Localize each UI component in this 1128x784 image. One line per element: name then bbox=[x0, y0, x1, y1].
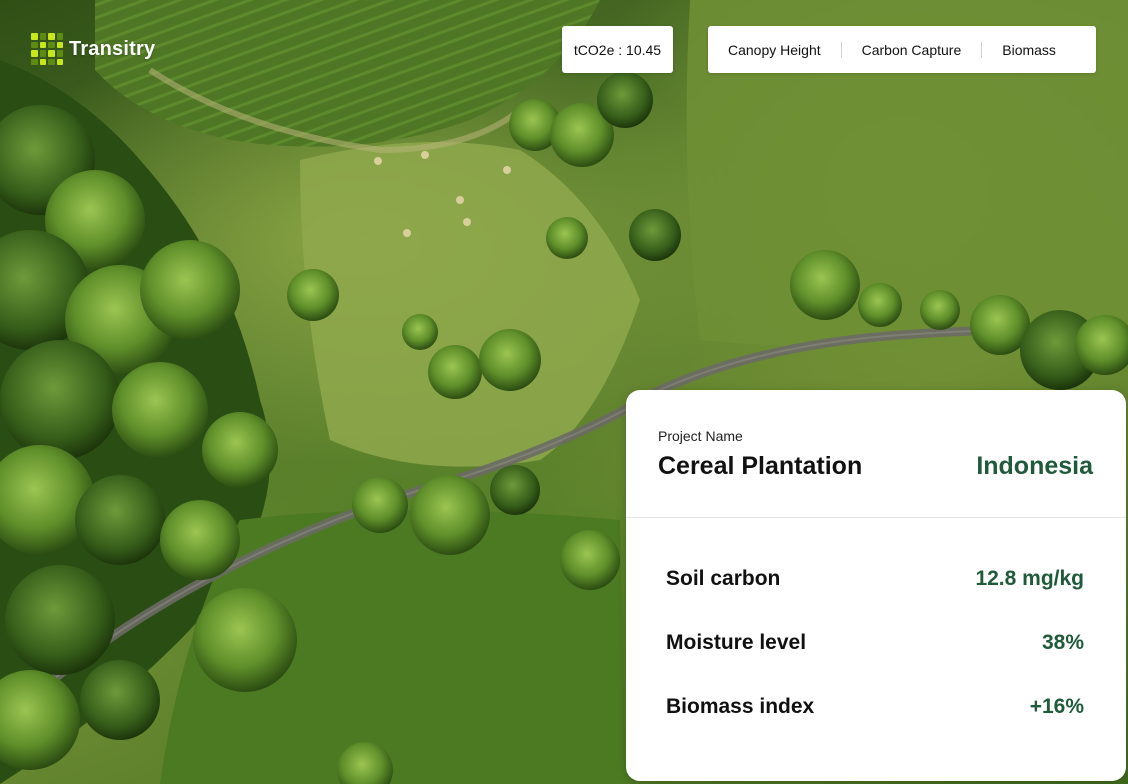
metric-label: Biomass index bbox=[666, 695, 815, 718]
tab-divider bbox=[840, 41, 842, 58]
project-card-header: Project Name Cereal Plantation Indonesia bbox=[626, 390, 1126, 518]
metric-value: +16% bbox=[1029, 695, 1084, 718]
metric-value: 12.8 mg/kg bbox=[975, 567, 1084, 590]
layer-tabs: Canopy Height Carbon Capture Biomass bbox=[708, 26, 1096, 73]
metric-row-soil-carbon: Soil carbon 12.8 mg/kg bbox=[666, 563, 1084, 595]
project-info-card: Project Name Cereal Plantation Indonesia… bbox=[626, 390, 1126, 781]
metric-row-biomass-index: Biomass index +16% bbox=[666, 691, 1084, 723]
metric-value: 38% bbox=[1041, 631, 1084, 654]
brand-grid-icon bbox=[31, 33, 63, 65]
tab-biomass[interactable]: Biomass bbox=[1002, 42, 1056, 58]
metric-row-moisture-level: Moisture level 38% bbox=[666, 627, 1084, 659]
project-name-label: Project Name bbox=[658, 428, 743, 444]
co2-equivalent-chip[interactable]: tCO2e : 10.45 bbox=[562, 26, 673, 73]
project-name: Cereal Plantation bbox=[658, 452, 863, 480]
project-country: Indonesia bbox=[976, 452, 1093, 480]
metric-label: Moisture level bbox=[666, 631, 807, 654]
tab-divider bbox=[981, 41, 983, 58]
brand-logo[interactable]: Transitry bbox=[31, 33, 155, 65]
tab-canopy-height[interactable]: Canopy Height bbox=[728, 42, 821, 58]
tab-carbon-capture[interactable]: Carbon Capture bbox=[862, 42, 962, 58]
metric-label: Soil carbon bbox=[666, 567, 781, 590]
brand-name: Transitry bbox=[69, 37, 156, 60]
